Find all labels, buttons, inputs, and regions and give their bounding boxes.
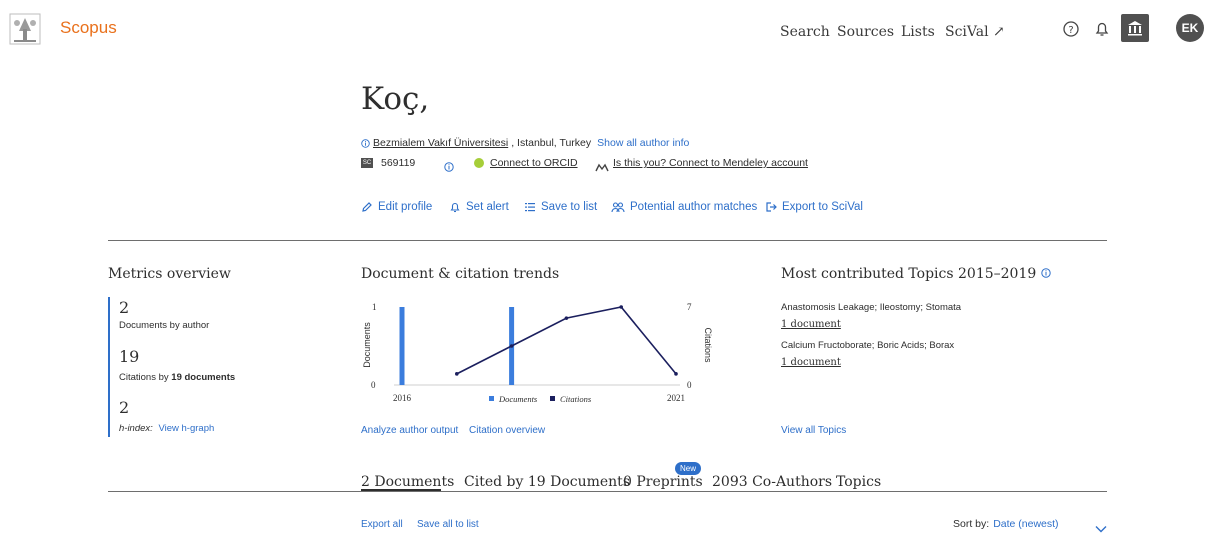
left-tick-label: 1	[372, 302, 377, 312]
document-citation-chart: Documents Citations 1 0 7 0 2016 2021 Documents C…	[362, 302, 713, 404]
sort-control[interactable]: Sort by: Date (newest)	[953, 518, 1059, 530]
edit-profile-label: Edit profile	[378, 201, 433, 213]
info-icon[interactable]	[1041, 268, 1051, 278]
nav-sources[interactable]: Sources	[837, 24, 894, 40]
connect-orcid-link[interactable]: Connect to ORCID	[490, 157, 578, 169]
y-axis-label-documents: Documents	[362, 322, 372, 368]
topic-name: Anastomosis Leakage; Ileostomy; Stomata	[781, 302, 962, 313]
h-index-label: h-index:	[119, 423, 153, 434]
pencil-icon	[362, 202, 372, 212]
h-index-row: h-index: View h-graph	[119, 423, 214, 434]
potential-author-matches-label: Potential author matches	[630, 201, 758, 213]
legend-label-documents: Documents	[498, 394, 538, 404]
documents-count: 2	[119, 298, 130, 317]
mendeley-icon	[595, 158, 609, 177]
scopus-author-id: 569119	[381, 157, 416, 169]
tab-co-authors[interactable]: 2093 Co-Authors	[712, 474, 832, 490]
topics-title: Most contributed Topics 2015–2019	[781, 266, 1051, 282]
location-text: , Istanbul, Turkey	[511, 137, 592, 149]
view-all-topics-link[interactable]: View all Topics	[781, 425, 846, 436]
info-icon[interactable]	[444, 157, 454, 176]
legend-label-citations: Citations	[560, 394, 592, 404]
topics-title-text: Most contributed Topics 2015–2019	[781, 266, 1037, 282]
set-alert-label: Set alert	[466, 201, 509, 213]
new-badge: New	[675, 462, 701, 475]
list-icon	[525, 203, 535, 212]
export-to-scival-button[interactable]: Export to SciVal	[765, 201, 863, 213]
bell-icon[interactable]	[1092, 19, 1112, 39]
export-to-scival-label: Export to SciVal	[782, 201, 863, 213]
mendeley-connect-link[interactable]: Is this you? Connect to Mendeley account	[613, 157, 808, 169]
y-axis-label-citations: Citations	[703, 327, 713, 363]
nav-lists[interactable]: Lists	[901, 24, 935, 40]
tab-documents[interactable]: 2 Documents	[361, 474, 454, 490]
save-to-list-button[interactable]: Save to list	[524, 201, 597, 213]
people-icon	[611, 202, 625, 213]
tab-topics[interactable]: Topics	[836, 474, 881, 490]
citations-point	[564, 316, 569, 320]
help-icon[interactable]: ?	[1061, 19, 1081, 39]
section-divider	[108, 240, 1107, 241]
topic-documents-link[interactable]: 1 document	[781, 319, 841, 330]
affiliation-link[interactable]: Bezmialem Vakıf Üniversitesi	[373, 137, 508, 149]
citations-label-count: 19 documents	[171, 372, 236, 383]
left-tick-label: 0	[371, 380, 376, 390]
citations-point	[455, 372, 459, 376]
show-all-author-info[interactable]: Show all author info	[597, 137, 689, 149]
tab-cited-by[interactable]: Cited by 19 Documents	[464, 474, 630, 490]
orcid-icon	[474, 158, 484, 168]
citations-point	[509, 344, 514, 348]
x-tick-label: 2016	[393, 393, 412, 403]
citations-label-prefix: Citations by	[119, 372, 172, 383]
info-icon	[361, 138, 370, 148]
sort-label: Sort by:	[953, 518, 990, 530]
export-icon	[766, 202, 777, 212]
metrics-accent-bar	[108, 297, 110, 437]
citation-overview-link[interactable]: Citation overview	[469, 425, 545, 436]
right-tick-label: 7	[687, 302, 692, 312]
potential-author-matches-button[interactable]: Potential author matches	[611, 201, 757, 213]
svg-text:?: ?	[1068, 25, 1073, 36]
topic-documents-link[interactable]: 1 document	[781, 357, 841, 368]
export-all-link[interactable]: Export all	[361, 519, 403, 530]
tab-preprints[interactable]: 0 Preprints	[623, 474, 703, 490]
view-h-graph-link[interactable]: View h-graph	[158, 423, 214, 434]
tabs-divider	[108, 491, 1107, 492]
topic-name: Calcium Fructoborate; Boric Acids; Borax	[781, 340, 955, 351]
elsevier-logo[interactable]	[9, 13, 41, 45]
citations-point	[619, 305, 623, 309]
chevron-down-icon[interactable]	[1095, 519, 1107, 538]
trends-title: Document & citation trends	[361, 266, 560, 282]
scopus-id-badge: SC	[361, 158, 373, 168]
metrics-overview-title: Metrics overview	[108, 266, 231, 282]
documents-bar	[399, 307, 405, 385]
analyze-author-output-link[interactable]: Analyze author output	[361, 425, 458, 436]
author-name: Koç,	[361, 81, 430, 117]
institution-icon[interactable]	[1121, 14, 1149, 42]
bell-icon	[450, 202, 460, 213]
citations-count: 19	[119, 347, 140, 366]
nav-scival[interactable]: SciVal ↗	[945, 24, 1005, 40]
legend-swatch-citations	[550, 396, 555, 401]
save-all-to-list-link[interactable]: Save all to list	[417, 519, 479, 530]
edit-profile-button[interactable]: Edit profile	[361, 201, 432, 213]
documents-label: Documents by author	[119, 320, 210, 331]
right-tick-label: 0	[687, 380, 692, 390]
user-avatar[interactable]: EK	[1176, 14, 1204, 42]
sort-value[interactable]: Date (newest)	[993, 518, 1058, 530]
x-tick-label: 2021	[667, 393, 685, 403]
affiliation-row: Bezmialem Vakıf Üniversitesi, Istanbul, …	[361, 137, 689, 149]
h-index-count: 2	[119, 398, 130, 417]
save-to-list-label: Save to list	[541, 201, 598, 213]
nav-search[interactable]: Search	[780, 24, 830, 40]
legend-swatch-documents	[489, 396, 494, 401]
citations-label: Citations by 19 documents	[119, 372, 235, 383]
citations-point	[674, 372, 678, 376]
set-alert-button[interactable]: Set alert	[449, 201, 509, 213]
scopus-brand[interactable]: Scopus	[60, 18, 117, 38]
